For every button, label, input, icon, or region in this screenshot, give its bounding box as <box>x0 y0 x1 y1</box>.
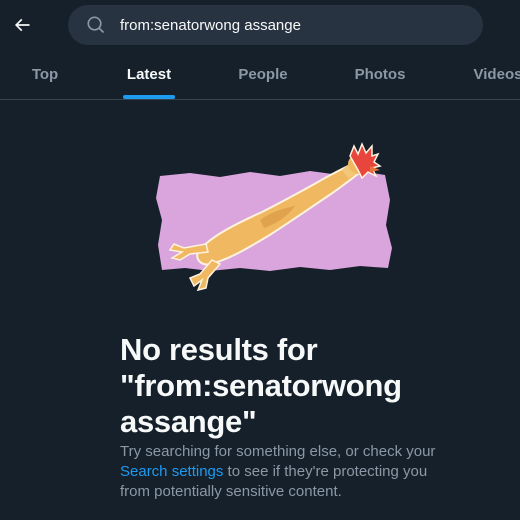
tab-videos[interactable]: Videos <box>466 50 520 99</box>
header <box>0 0 520 50</box>
tab-people[interactable]: People <box>230 50 296 99</box>
tab-photos[interactable]: Photos <box>348 50 412 99</box>
empty-desc-text: to see if they're protecting you <box>223 463 428 480</box>
empty-state-description: Try searching for something else, or che… <box>120 442 450 502</box>
empty-desc-line: Search settings to see if they're protec… <box>120 462 450 482</box>
tab-latest[interactable]: Latest <box>119 50 179 99</box>
search-results-page: Top Latest People Photos Videos No res <box>0 0 520 520</box>
empty-title-line: No results for <box>120 332 318 367</box>
empty-title-line: "from:senatorwong <box>120 368 402 403</box>
back-button[interactable] <box>6 9 38 41</box>
tab-bar: Top Latest People Photos Videos <box>0 50 520 100</box>
search-box[interactable] <box>68 5 483 45</box>
tab-top[interactable]: Top <box>24 50 66 99</box>
rubber-chicken-illustration <box>156 142 392 292</box>
arrow-left-icon <box>14 18 30 32</box>
active-tab-indicator <box>123 95 175 99</box>
search-settings-link[interactable]: Search settings <box>120 463 223 480</box>
search-icon <box>87 16 105 34</box>
empty-desc-line: Try searching for something else, or che… <box>120 443 436 460</box>
search-input[interactable] <box>120 5 470 45</box>
empty-title-line: assange" <box>120 404 257 439</box>
empty-state-title: No results for "from:senatorwong assange… <box>120 332 450 440</box>
empty-desc-line: from potentially sensitive content. <box>120 483 342 500</box>
